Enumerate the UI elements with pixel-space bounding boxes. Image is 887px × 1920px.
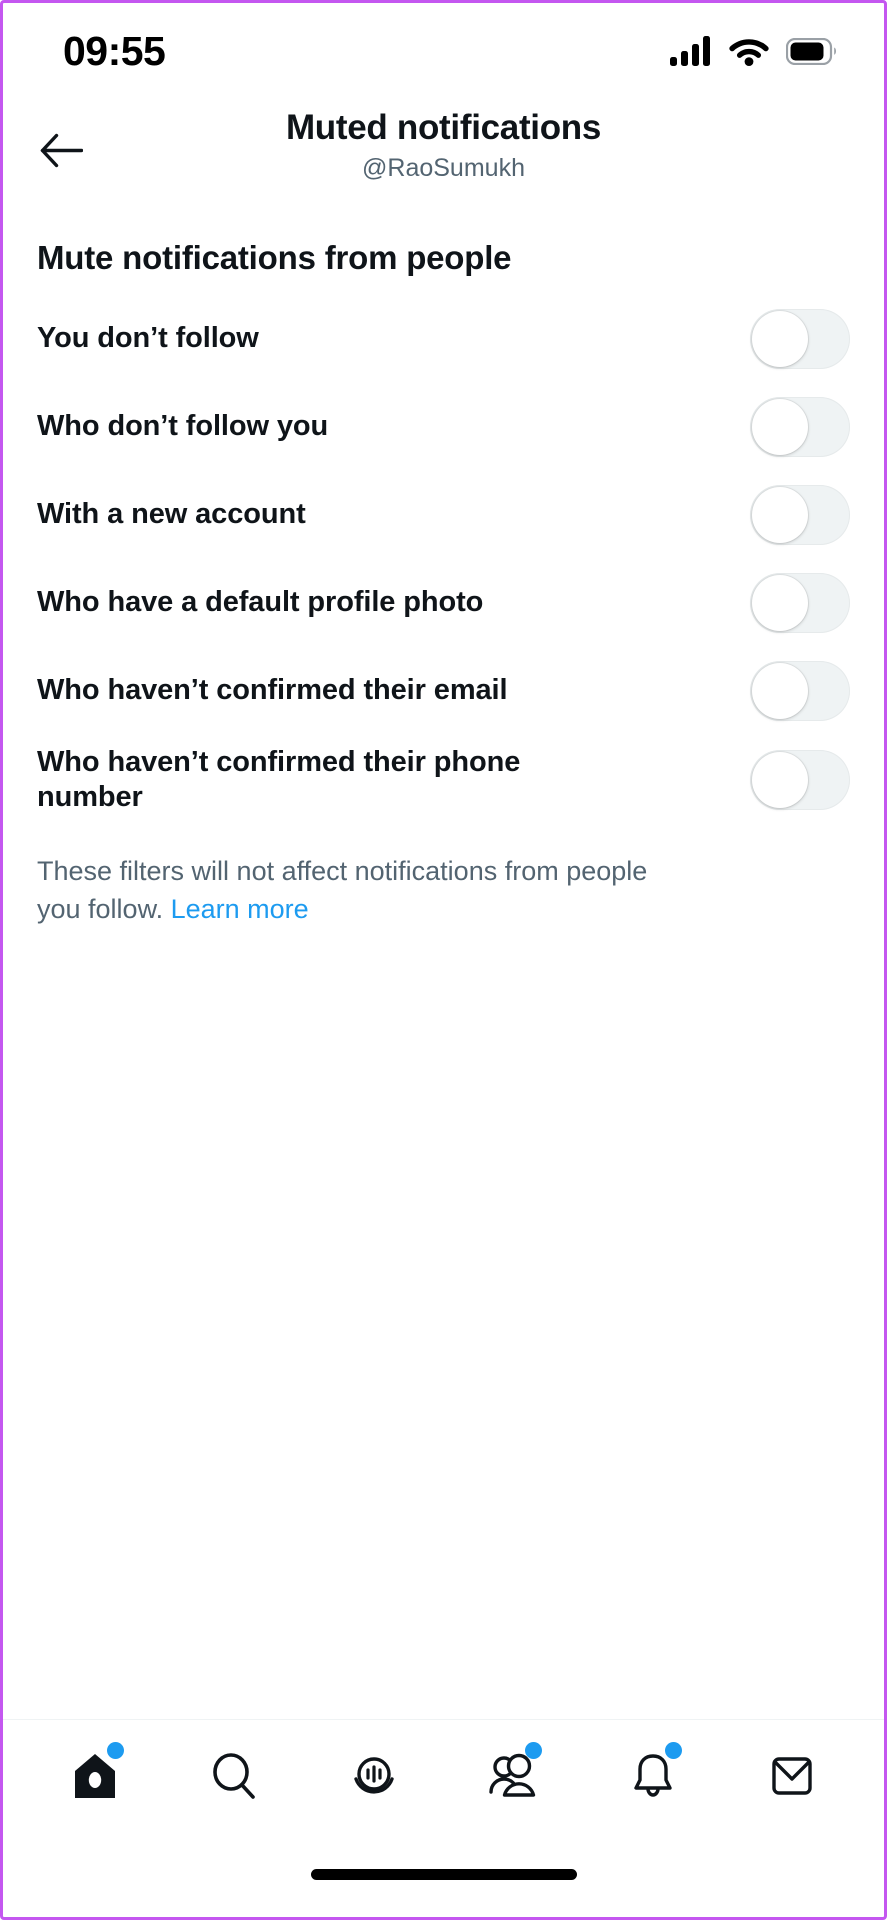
toggle-knob [752, 311, 808, 367]
status-icon-group [670, 36, 838, 66]
toggle-knob [752, 752, 808, 809]
setting-label: You don’t follow [37, 322, 259, 355]
toggle-you-dont-follow[interactable] [750, 309, 850, 369]
toggle-who-dont-follow-you[interactable] [750, 397, 850, 457]
app-header: Muted notifications @RaoSumukh [3, 99, 884, 191]
toggle-knob [752, 399, 808, 455]
setting-row-you-dont-follow[interactable]: You don’t follow [37, 295, 850, 383]
disclaimer-body: These filters will not affect notificati… [37, 855, 648, 925]
setting-row-new-account[interactable]: With a new account [37, 471, 850, 559]
setting-row-default-profile-photo[interactable]: Who have a default profile photo [37, 559, 850, 647]
nav-item-spaces[interactable] [331, 1733, 417, 1819]
learn-more-link[interactable]: Learn more [171, 894, 309, 924]
phone-screen: 09:55 Muted notifications @RaoSumukh Mut… [0, 0, 887, 1920]
page-title: Muted notifications [285, 108, 602, 147]
bottom-navigation-bar [3, 1719, 884, 1831]
search-icon [213, 1752, 256, 1799]
cellular-signal-icon [670, 36, 710, 66]
toggle-knob [752, 487, 808, 543]
back-button[interactable] [33, 123, 89, 179]
setting-row-unconfirmed-phone[interactable]: Who haven’t confirmed their phone number [37, 735, 850, 826]
nav-item-notifications[interactable] [610, 1733, 696, 1819]
toggle-knob [752, 663, 808, 719]
badge-dot-home [106, 1741, 124, 1759]
nav-item-communities[interactable] [470, 1733, 556, 1819]
setting-label: Who haven’t confirmed their phone number [37, 746, 521, 814]
toggle-new-account[interactable] [750, 485, 850, 545]
back-arrow-icon [40, 133, 83, 168]
badge-dot-notifications [664, 1741, 682, 1759]
header-title-block: Muted notifications @RaoSumukh [3, 107, 884, 185]
nav-item-messages[interactable] [749, 1733, 835, 1819]
toggle-knob [752, 575, 808, 631]
spaces-icon [354, 1756, 394, 1794]
home-indicator-area [3, 1831, 884, 1917]
setting-row-who-dont-follow-you[interactable]: Who don’t follow you [37, 383, 850, 471]
page-subtitle-handle: @RaoSumukh [362, 154, 525, 182]
setting-label: Who haven’t confirmed their email [37, 674, 508, 707]
status-bar: 09:55 [3, 3, 884, 99]
nav-item-home[interactable] [52, 1733, 138, 1819]
setting-label: With a new account [37, 498, 306, 531]
setting-row-unconfirmed-email[interactable]: Who haven’t confirmed their email [37, 647, 850, 735]
home-indicator[interactable] [310, 1868, 577, 1880]
disclaimer-text: These filters will not affect notificati… [37, 852, 697, 929]
toggle-unconfirmed-email[interactable] [750, 661, 850, 721]
section-heading: Mute notifications from people [37, 239, 512, 276]
setting-label: Who have a default profile photo [37, 586, 484, 619]
settings-content: Mute notifications from people You don’t… [3, 191, 884, 1324]
setting-label: Who don’t follow you [37, 410, 329, 443]
toggle-default-profile-photo[interactable] [750, 573, 850, 633]
badge-dot-communities [525, 1741, 543, 1759]
nav-item-search[interactable] [191, 1733, 277, 1819]
envelope-icon [772, 1756, 812, 1795]
battery-icon [786, 37, 836, 65]
status-time: 09:55 [63, 27, 166, 74]
wifi-icon [729, 39, 769, 66]
toggle-unconfirmed-phone[interactable] [750, 750, 850, 811]
